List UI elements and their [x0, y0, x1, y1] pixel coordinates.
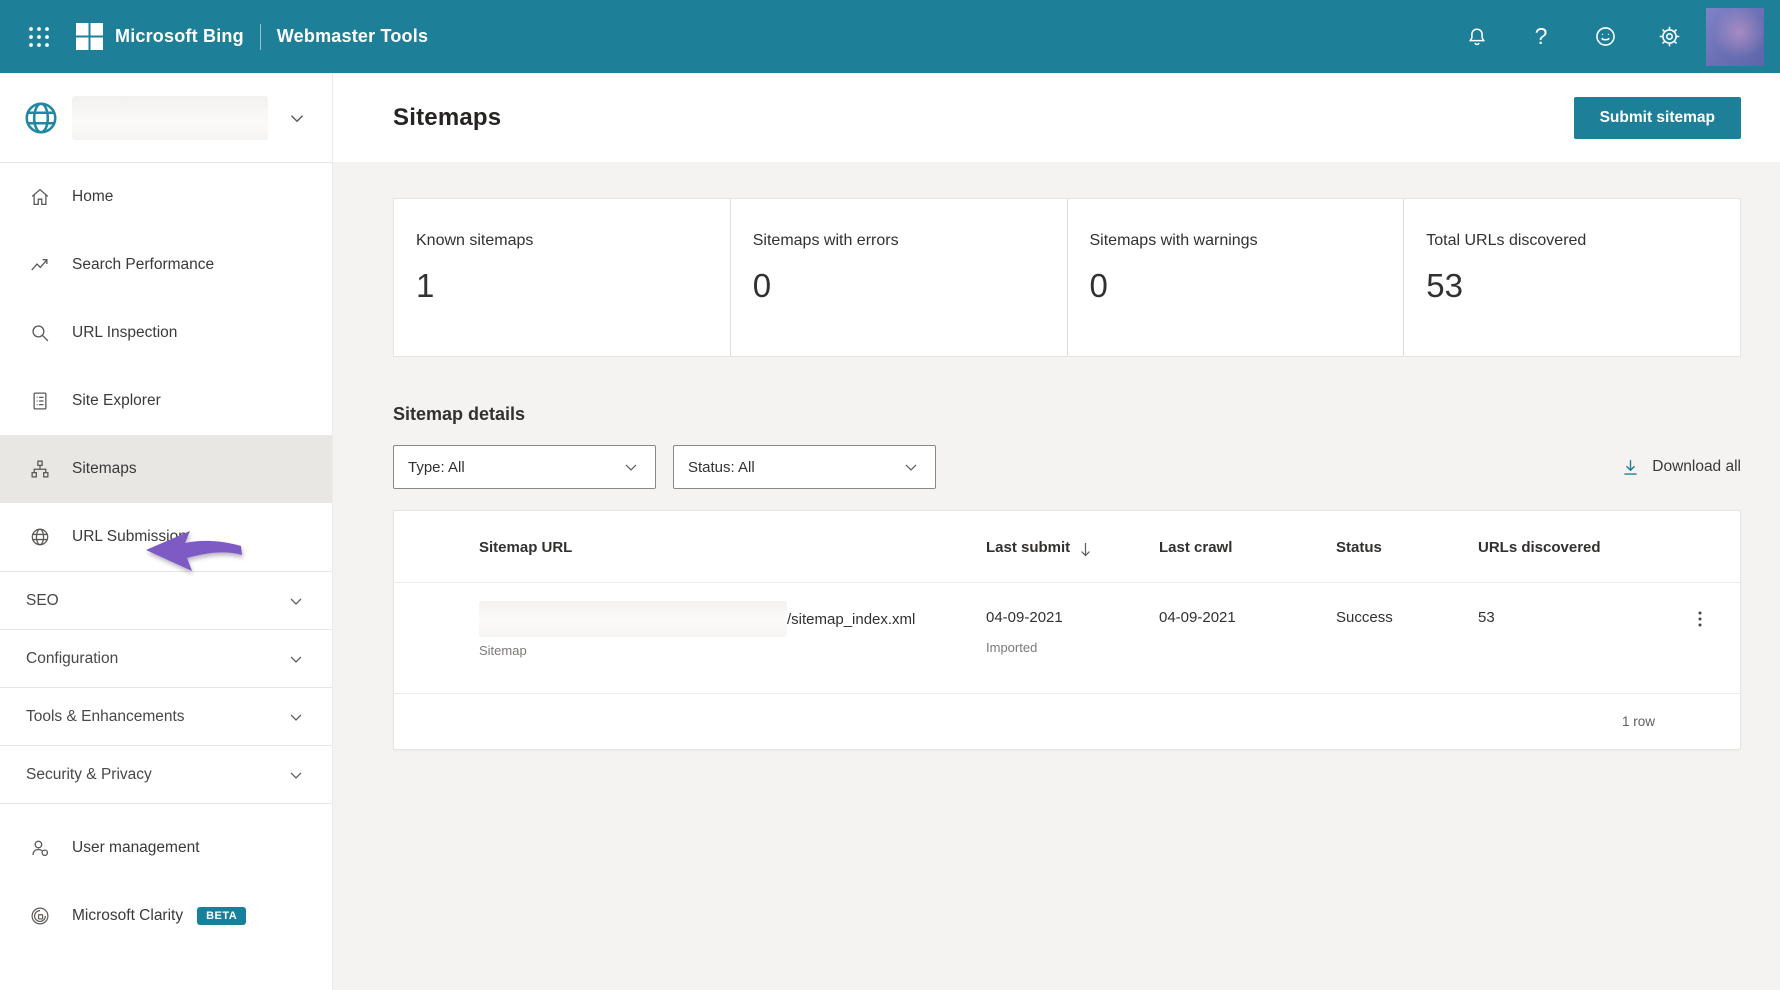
sidebar-item-user-management[interactable]: User management — [0, 814, 332, 882]
microsoft-clarity-icon — [31, 907, 49, 925]
sidebar-item-site-explorer[interactable]: Site Explorer — [0, 367, 332, 435]
feedback-smiley-icon[interactable] — [1592, 24, 1618, 50]
column-header-sitemap-url[interactable]: Sitemap URL — [479, 511, 986, 556]
sidebar-item-microsoft-clarity[interactable]: Microsoft Clarity BETA — [0, 882, 332, 950]
site-selector[interactable] — [0, 73, 332, 162]
row-count: 1 row — [1621, 714, 1655, 729]
stats-summary-card: Known sitemaps 1 Sitemaps with errors 0 … — [393, 198, 1741, 357]
chevron-down-icon — [290, 713, 302, 721]
cell-sitemap-url: /sitemap_index.xml Sitemap — [479, 583, 986, 658]
main-content: Sitemaps Submit sitemap Known sitemaps 1… — [333, 73, 1780, 990]
chevron-down-icon — [290, 771, 302, 779]
sitemaps-table: Sitemap URL Last submit Last crawl Statu… — [393, 510, 1741, 750]
sidebar-section-tools-enhancements[interactable]: Tools & Enhancements — [0, 688, 332, 745]
sitemap-type-label: Sitemap — [479, 643, 527, 658]
page-header: Sitemaps Submit sitemap — [333, 73, 1780, 162]
sidebar-section-configuration[interactable]: Configuration — [0, 630, 332, 687]
sidebar-section-seo[interactable]: SEO — [0, 572, 332, 629]
sitemap-url-redacted — [479, 601, 787, 637]
chevron-down-icon — [290, 114, 304, 122]
chevron-down-icon — [290, 597, 302, 605]
product-title: Webmaster Tools — [276, 26, 429, 46]
status-filter-dropdown[interactable]: Status: All — [673, 445, 936, 489]
sidebar-item-url-inspection[interactable]: URL Inspection — [0, 299, 332, 367]
table-row[interactable]: /sitemap_index.xml Sitemap 04-09-2021 Im… — [394, 583, 1740, 694]
column-header-last-submit[interactable]: Last submit — [986, 511, 1159, 558]
home-icon — [31, 188, 49, 205]
cell-last-crawl: 04-09-2021 — [1159, 609, 1236, 626]
sitemap-hierarchy-icon — [31, 460, 49, 478]
globe-icon — [31, 528, 49, 546]
chevron-down-icon — [290, 655, 302, 663]
last-submit-note: Imported — [986, 640, 1038, 655]
chevron-down-icon — [905, 464, 917, 471]
cell-urls-discovered: 53 — [1478, 609, 1495, 626]
cell-status: Success — [1336, 609, 1393, 626]
sidebar: Home Search Performance URL Inspection S… — [0, 73, 333, 990]
site-name-redacted — [72, 95, 268, 140]
download-all-link[interactable]: Download all — [1620, 457, 1741, 478]
app-launcher-waffle-icon[interactable] — [22, 20, 56, 54]
column-header-last-crawl[interactable]: Last crawl — [1159, 511, 1336, 556]
sidebar-item-home[interactable]: Home — [0, 163, 332, 231]
submit-sitemap-button[interactable]: Submit sitemap — [1573, 96, 1741, 139]
sidebar-item-search-performance[interactable]: Search Performance — [0, 231, 332, 299]
chevron-down-icon — [625, 464, 637, 471]
download-icon — [1624, 459, 1637, 475]
trending-up-icon — [31, 259, 48, 271]
row-actions-kebab-icon[interactable] — [1670, 583, 1730, 629]
sort-descending-icon — [1081, 542, 1091, 557]
document-list-icon — [33, 392, 47, 410]
top-app-bar: Microsoft Bing Webmaster Tools ? — [0, 0, 1780, 73]
column-header-status[interactable]: Status — [1336, 511, 1478, 556]
microsoft-logo-icon — [76, 23, 103, 50]
table-footer: 1 row — [394, 694, 1740, 749]
settings-gear-icon[interactable] — [1656, 24, 1682, 50]
cell-last-submit: 04-09-2021 Imported — [986, 583, 1159, 655]
column-header-urls-discovered[interactable]: URLs discovered — [1478, 511, 1670, 556]
help-question-icon[interactable]: ? — [1528, 24, 1554, 50]
sidebar-item-sitemaps[interactable]: Sitemaps — [0, 435, 332, 503]
magnifier-icon — [32, 325, 49, 342]
annotation-arrow — [146, 531, 242, 571]
brand-separator — [259, 23, 261, 50]
section-heading-sitemap-details: Sitemap details — [393, 404, 526, 424]
user-management-icon — [32, 840, 49, 857]
sidebar-divider — [0, 803, 332, 804]
brand-title: Microsoft Bing — [115, 26, 244, 46]
table-header-row: Sitemap URL Last submit Last crawl Statu… — [394, 511, 1740, 583]
sidebar-section-security-privacy[interactable]: Security & Privacy — [0, 746, 332, 803]
page-title: Sitemaps — [393, 103, 502, 131]
stat-total-urls-discovered: Total URLs discovered 53 — [1403, 199, 1740, 356]
filters-row: Type: All Status: All Download all — [393, 445, 1741, 489]
site-globe-icon — [25, 101, 57, 134]
user-avatar[interactable] — [1706, 7, 1764, 66]
stat-sitemaps-with-errors: Sitemaps with errors 0 — [729, 199, 1067, 356]
beta-badge: BETA — [197, 907, 247, 925]
type-filter-dropdown[interactable]: Type: All — [393, 445, 656, 489]
notifications-bell-icon[interactable] — [1464, 24, 1490, 50]
stat-known-sitemaps: Known sitemaps 1 — [416, 232, 534, 304]
stat-sitemaps-with-warnings: Sitemaps with warnings 0 — [1066, 199, 1404, 356]
